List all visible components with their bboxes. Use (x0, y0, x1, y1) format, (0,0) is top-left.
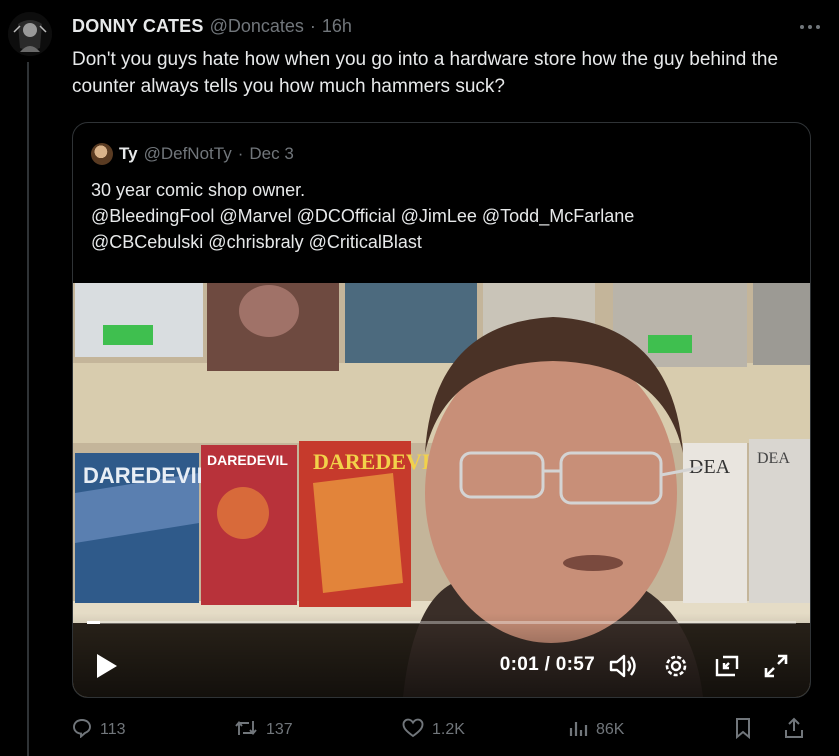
views-icon (568, 718, 588, 743)
author-handle[interactable]: @Doncates (210, 16, 304, 37)
comic-cover-text-5: DEA (757, 450, 790, 467)
tweet-text: Don't you guys hate how when you go into… (72, 49, 779, 97)
pip-icon[interactable] (713, 653, 741, 684)
share-icon (784, 717, 804, 744)
reply-count: 113 (100, 721, 126, 738)
fullscreen-icon[interactable] (763, 653, 789, 684)
reply-icon (72, 718, 92, 743)
reply-button[interactable]: 113 (72, 718, 126, 743)
avatar-image (8, 12, 52, 56)
settings-icon[interactable] (663, 653, 689, 684)
video-player[interactable]: DAREDEVIL DAREDEVIL DAREDEVIL DEA DEA (73, 283, 810, 697)
like-button[interactable]: 1.2K (402, 718, 465, 743)
quoted-author-name: Ty (119, 144, 138, 163)
author-name[interactable]: DONNY CATES (72, 16, 204, 37)
more-icon[interactable] (799, 10, 821, 36)
quoted-text-line-3: @CBCebulski @chrisbraly @CriticalBlast (91, 232, 422, 252)
quoted-text: 30 year comic shop owner. @BleedingFool … (91, 177, 791, 255)
comic-cover-text-3: DAREDEVIL (313, 449, 445, 474)
play-icon[interactable] (95, 653, 119, 684)
quoted-tweet[interactable]: Ty @DefNotTy · Dec 3 30 year comic shop … (72, 122, 811, 698)
quoted-date: Dec 3 (249, 144, 294, 163)
video-progress-fill (87, 621, 100, 624)
bookmark-button[interactable] (734, 717, 752, 744)
views-count: 86K (596, 721, 625, 738)
thread-line (27, 62, 29, 756)
bookmark-icon (734, 717, 752, 744)
quoted-text-line-1: 30 year comic shop owner. (91, 180, 306, 200)
video-progress-bar[interactable] (87, 621, 796, 624)
separator-dot: · (309, 16, 316, 36)
volume-icon[interactable] (609, 653, 637, 684)
quoted-avatar (91, 143, 113, 165)
quoted-author-handle: @DefNotTy (143, 144, 232, 163)
views-button[interactable]: 86K (568, 718, 624, 743)
comic-cover-text-1: DAREDEVIL (83, 463, 210, 488)
video-controls-overlay (73, 613, 810, 697)
comic-cover-text-2: DAREDEVIL (207, 452, 288, 468)
quoted-header: Ty @DefNotTy · Dec 3 (91, 143, 294, 165)
retweet-icon (234, 718, 258, 743)
heart-icon (402, 718, 424, 743)
quoted-text-line-2: @BleedingFool @Marvel @DCOfficial @JimLe… (91, 206, 635, 226)
video-time-readout: 0:01 / 0:57 (499, 654, 595, 675)
like-count: 1.2K (432, 721, 465, 738)
tweet-timestamp[interactable]: 16h (322, 16, 352, 37)
share-button[interactable] (784, 717, 804, 744)
avatar[interactable] (8, 12, 52, 56)
tweet-actions: 113 137 1.2K 86K (72, 716, 812, 744)
retweet-count: 137 (266, 721, 293, 738)
tweet-header: DONNY CATES @Doncates · 16h (72, 16, 819, 42)
quoted-separator-dot: · (237, 144, 244, 163)
retweet-button[interactable]: 137 (234, 718, 293, 743)
